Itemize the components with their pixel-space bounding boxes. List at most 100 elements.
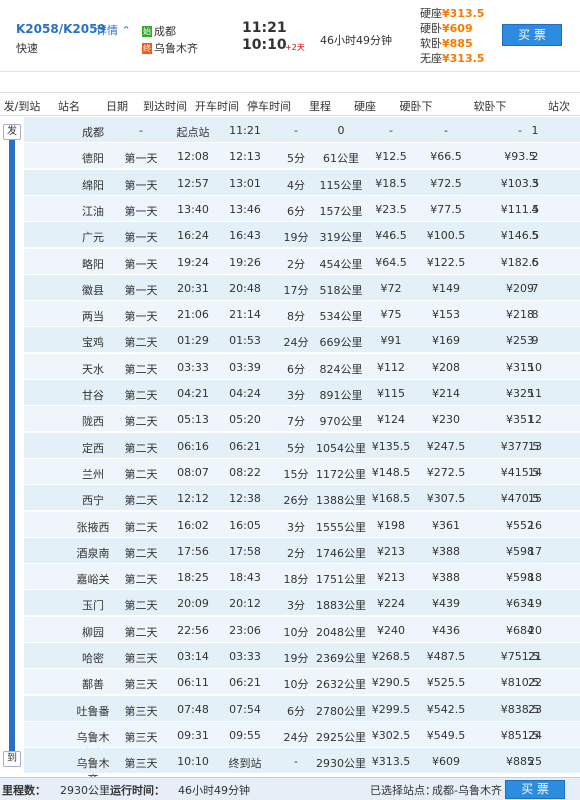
price-item: 硬卧¥609 [420,22,473,35]
table-row[interactable]: 嘉峪关 第二天 18:25 18:43 18分 1751公里 ¥213 ¥388 ¥598 18 [24,564,580,591]
cell-distance: 824公里 [319,362,363,376]
col-stop: 停车时间 [247,100,291,113]
cell-date: 第一天 [124,257,158,271]
cell-date: 第三天 [124,757,158,771]
cell-station: 宝鸡 [82,336,104,350]
cell-distance: 2930公里 [316,757,366,771]
cell-hard-seat: ¥46.5 [375,229,407,243]
table-row[interactable]: 柳园 第二天 22:56 23:06 10分 2048公里 ¥240 ¥436 ¥684 20 [24,616,580,643]
cell-station: 张掖西 [76,520,110,534]
cell-hard-sleeper: ¥525.5 [426,676,466,690]
table-row[interactable]: 徽县 第一天 20:31 20:48 17分 518公里 ¥72 ¥149 ¥209 7 [24,274,580,301]
cell-distance: 2048公里 [316,625,366,639]
cell-hard-seat: ¥290.5 [371,676,411,690]
cell-hard-sleeper: ¥77.5 [430,202,462,216]
cell-distance: 970公里 [319,415,363,429]
cell-seq: 1 [531,124,539,137]
cell-stop: 3分 [287,599,305,613]
cell-hard-seat: ¥198 [377,518,405,532]
cell-hard-seat: ¥213 [377,544,405,558]
cell-distance: 2369公里 [316,652,366,665]
cell-date: 第一天 [124,204,158,218]
route-bar[interactable] [9,124,15,764]
cell-depart: 07:54 [229,702,261,716]
table-row[interactable]: 江油 第一天 13:40 13:46 6分 157公里 ¥23.5 ¥77.5 ¥111.5 4 [24,195,580,222]
cell-depart: 23:06 [229,623,261,637]
cell-date: 第三天 [124,652,158,665]
train-number[interactable]: K2058/K2059 [16,22,106,36]
cell-hard-sleeper: ¥149 [432,281,460,295]
cell-arrive: 12:12 [177,492,209,506]
departure-tag[interactable]: 发 [3,124,21,140]
col-distance: 里程 [309,100,331,113]
cell-hard-seat: ¥72 [380,281,402,295]
table-row[interactable]: 德阳 第一天 12:08 12:13 5分 61公里 ¥12.5 ¥66.5 ¥93.5 2 [24,143,580,170]
col-soft-sleeper: 软卧下 [473,100,507,113]
arrival-tag[interactable]: 到 [3,751,21,767]
cell-depart: 16:43 [229,229,261,243]
table-row[interactable]: 定西 第二天 06:16 06:21 5分 1054公里 ¥135.5 ¥247.5 ¥377.… [24,432,580,459]
col-hard-sleeper: 硬卧下 [399,100,433,113]
cell-distance: 1054公里 [316,441,366,455]
cell-stop: 18分 [283,573,309,587]
cell-distance: 1746公里 [316,546,366,560]
cell-stop: 6分 [287,204,305,218]
buy-ticket-button[interactable]: 买 票 [502,24,562,46]
table-row[interactable]: 鄯善 第三天 06:11 06:21 10分 2632公里 ¥290.5 ¥525.5 ¥810… [24,669,580,696]
table-row[interactable]: 乌鲁木齐第三天10:10终到站-2930公里¥313.5¥609¥88525 [24,748,580,786]
table-row[interactable]: 两当 第一天 21:06 21:14 8分 534公里 ¥75 ¥153 ¥218 8 [24,301,580,328]
cell-depart: 20:48 [229,281,261,295]
cell-stop: 7分 [287,415,305,429]
price-list: 硬座¥313.5 硬卧¥609 软卧¥885 无座¥313.5 [420,6,484,66]
table-row[interactable]: 甘谷 第二天 04:21 04:24 3分 891公里 ¥115 ¥214 ¥325 11 [24,380,580,406]
cell-arrive: 16:24 [177,229,209,243]
table-row[interactable]: 哈密 第三天 03:14 03:33 19分 2369公里 ¥268.5 ¥487.5 ¥751… [24,643,580,669]
cell-stop: 2分 [287,546,305,560]
cell-stop: 4分 [287,178,305,192]
cell-arrive: 22:56 [177,623,209,637]
table-row[interactable]: 兰州 第二天 08:07 08:22 15分 1172公里 ¥148.5 ¥272.5 ¥415… [24,458,580,485]
table-row[interactable]: 玉门 第二天 20:09 20:12 3分 1883公里 ¥224 ¥439 ¥634 19 [24,590,580,617]
cell-seq: 14 [528,465,542,479]
cell-distance: 1172公里 [316,467,366,481]
table-row[interactable]: 乌鲁木齐南第三天09:3109:5524分2925公里¥302.5¥549.5¥… [24,721,580,760]
table-row[interactable]: 广元 第一天 16:24 16:43 19分 319公里 ¥46.5 ¥100.5 ¥146.5… [24,222,580,249]
cell-station: 广元 [82,231,104,245]
cell-depart: 19:26 [229,255,261,269]
cell-arrive: 21:06 [177,308,209,322]
cell-date: 第一天 [124,152,158,166]
footer-buy-ticket-button[interactable]: 买 票 [505,780,565,799]
table-row[interactable]: 成都 - 起点站 11:21-0- - -1 [24,117,580,143]
detail-link[interactable]: 详情 ⌃ [96,22,131,38]
cell-hard-seat: ¥75 [380,308,402,322]
cell-depart: 17:58 [229,544,261,558]
cell-hard-seat: ¥240 [377,623,405,637]
table-row[interactable]: 张掖西 第二天 16:02 16:05 3分 1555公里 ¥198 ¥361 ¥552 16 [24,511,580,538]
cell-hard-seat: ¥213 [377,571,405,585]
cell-station: 柳园 [82,625,104,639]
table-row[interactable]: 陇西 第二天 05:13 05:20 7分 970公里 ¥124 ¥230 ¥351 12 [24,406,580,433]
cell-depart: 21:14 [229,308,261,322]
table-row[interactable]: 酒泉南 第二天 17:56 17:58 2分 1746公里 ¥213 ¥388 ¥598 17 [24,537,580,564]
cell-station: 甘谷 [82,389,104,402]
col-station: 站名 [58,100,80,113]
cell-arrive: 12:08 [177,150,209,164]
cell-hard-seat: ¥112 [377,360,405,374]
table-row[interactable]: 西宁 第二天 12:12 12:38 26分 1388公里 ¥168.5 ¥307.5 ¥470… [24,485,580,512]
cell-date: 第二天 [124,494,158,508]
footer-bar: 里程数： 2930公里 运行时间： 46小时49分钟 已选择站点： 成都-乌鲁木… [0,777,580,800]
cell-seq: 25 [528,755,542,769]
chevron-up-icon: ⌃ [121,24,131,37]
table-row[interactable]: 绵阳 第一天 12:57 13:01 4分 115公里 ¥18.5 ¥72.5 ¥103.5 3 [24,169,580,196]
table-row[interactable]: 宝鸡 第二天 01:29 01:53 24分 669公里 ¥91 ¥169 ¥253 9 [24,327,580,354]
cell-seq: 6 [531,255,539,269]
table-row[interactable]: 略阳 第一天 19:24 19:26 2分 454公里 ¥64.5 ¥122.5 ¥182.5 6 [24,248,580,275]
cell-depart: 01:53 [229,334,261,348]
table-row[interactable]: 天水 第二天 03:33 03:39 6分 824公里 ¥112 ¥208 ¥315 10 [24,353,580,380]
table-row[interactable]: 吐鲁番 第三天 07:48 07:54 6分 2780公里 ¥299.5 ¥542.5 ¥838… [24,695,580,722]
runtime-value: 46小时49分钟 [178,784,250,797]
from-station-name: 成都 [154,25,176,38]
cell-arrive: 07:48 [177,702,209,716]
cell-hard-sleeper: ¥100.5 [426,229,466,243]
cell-depart: 08:22 [229,465,261,479]
